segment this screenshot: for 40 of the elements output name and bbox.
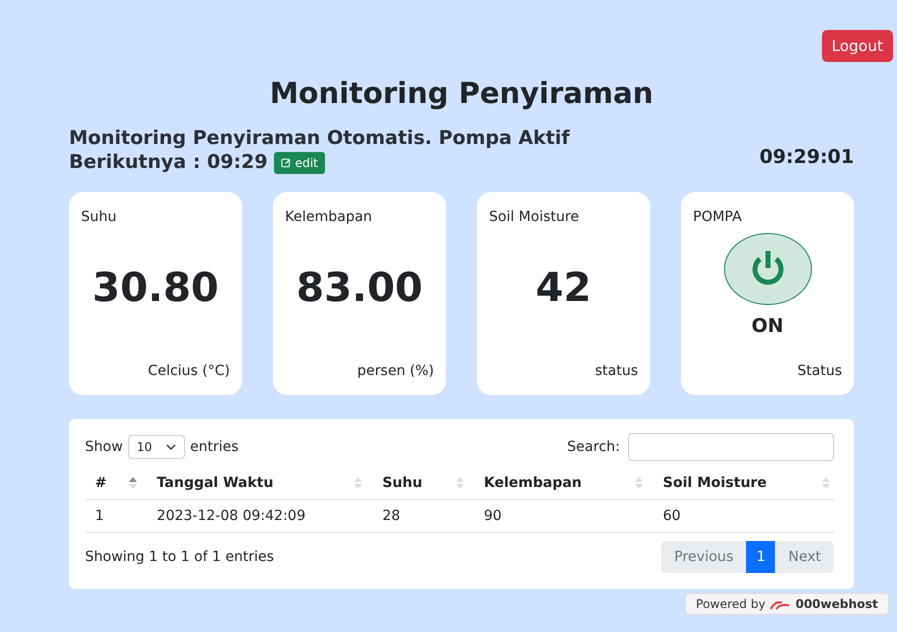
subtitle-text: Monitoring Penyiraman Otomatis. Pompa Aktif Berikutnya : 09:29 edit: [69, 126, 571, 174]
search-field[interactable]: [628, 433, 834, 461]
entries-info: Showing 1 to 1 of 1 entries: [85, 549, 274, 565]
page-button[interactable]: 1: [746, 541, 776, 573]
pump-state: ON: [750, 315, 785, 339]
clock-text: 09:29:01: [759, 146, 854, 168]
card-unit: persen (%): [356, 363, 434, 379]
hosting-badge[interactable]: Powered by 000webhost: [684, 593, 889, 615]
show-label: Show: [85, 439, 123, 455]
table-cell: 90: [468, 500, 647, 532]
table-cell: 2023-12-08 09:42:09: [140, 500, 366, 532]
card-label: Suhu: [81, 209, 118, 225]
edit-icon: [281, 158, 292, 168]
column-header[interactable]: Suhu: [366, 467, 468, 500]
table-cell: 60: [646, 500, 834, 532]
table-cell: 28: [366, 500, 468, 532]
previous-button[interactable]: Previous: [661, 541, 746, 573]
card-label: Kelembapan: [285, 209, 374, 225]
logo-icon: [769, 598, 792, 610]
column-header[interactable]: #: [85, 467, 141, 500]
edit-button[interactable]: edit: [274, 152, 326, 174]
entries-label: entries: [190, 439, 239, 455]
column-header[interactable]: Tanggal Waktu: [140, 467, 366, 500]
column-header[interactable]: Kelembapan: [468, 467, 647, 500]
column-header[interactable]: Soil Moisture: [646, 467, 834, 500]
card-value: 42: [534, 265, 592, 313]
card-label: Soil Moisture: [489, 209, 580, 225]
next-button[interactable]: Next: [775, 541, 834, 573]
page-size-select[interactable]: 10: [128, 435, 186, 459]
card-unit: Celcius (°C): [146, 363, 230, 379]
card-value: 30.80: [91, 265, 220, 313]
card-label: POMPA: [693, 209, 743, 225]
card-value: 83.00: [295, 265, 424, 313]
card-unit: Status: [796, 363, 842, 379]
chevron-down-icon: [166, 444, 176, 450]
card-unit: status: [594, 363, 638, 379]
search-label: Search:: [567, 439, 620, 455]
table-cell: 1: [85, 500, 141, 532]
logout-button[interactable]: Logout: [822, 30, 893, 62]
page-title: Monitoring Penyiraman: [268, 76, 654, 110]
